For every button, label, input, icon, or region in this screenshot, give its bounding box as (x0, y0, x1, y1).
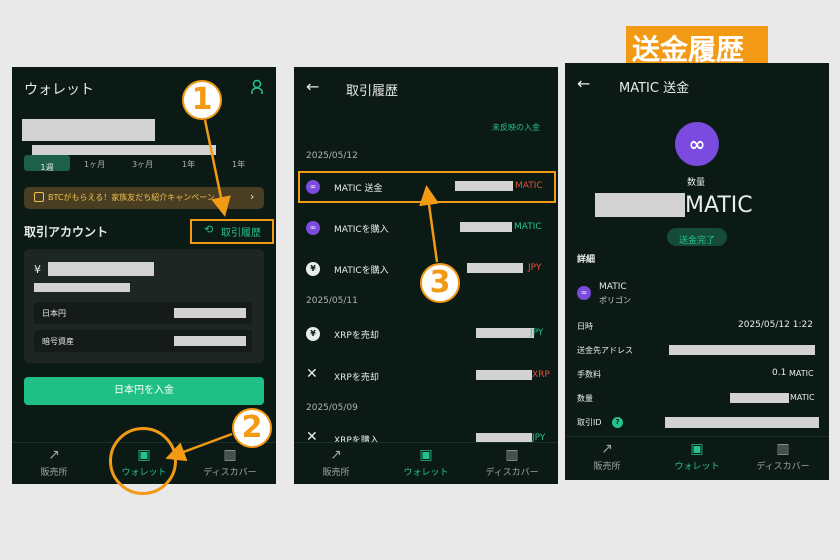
arrow-2 (165, 432, 233, 462)
step-badge-1: 1 (182, 80, 222, 120)
arrow-3 (419, 185, 439, 263)
step-badge-2: 2 (232, 408, 272, 448)
arrow-1 (203, 119, 231, 217)
step-badge-3: 3 (420, 263, 460, 303)
